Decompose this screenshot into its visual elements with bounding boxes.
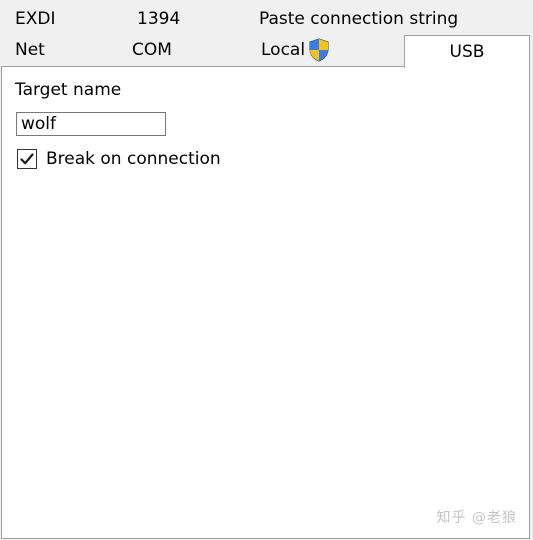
tab-paste-connection-string[interactable]: Paste connection string [259,7,458,31]
target-name-input[interactable] [16,112,166,136]
tab-usb-label: USB [449,42,485,62]
tab-com-label: COM [132,40,172,60]
break-on-connection-label: Break on connection [46,149,221,169]
break-on-connection-checkbox-row[interactable]: Break on connection [17,148,221,170]
tab-paste-connection-string-label: Paste connection string [259,9,459,29]
checkmark-icon [20,153,34,165]
target-name-label: Target name [15,80,122,100]
break-on-connection-checkbox[interactable] [17,149,37,169]
tab-1394[interactable]: 1394 [137,7,180,31]
tab-net[interactable]: Net [15,38,45,62]
tab-com[interactable]: COM [132,38,172,62]
tab-net-label: Net [15,40,45,60]
tab-1394-label: 1394 [137,9,181,29]
tab-exdi[interactable]: EXDI [15,7,56,31]
watermark: 知乎 @老狼 [436,510,517,526]
tab-local[interactable]: Local [261,38,330,62]
usb-tab-panel: Target name Break on connection 知乎 @老狼 [1,66,530,539]
tab-local-label: Local [261,40,306,60]
tab-exdi-label: EXDI [15,9,56,29]
uac-shield-icon [308,38,330,62]
tab-usb[interactable]: USB [404,35,530,68]
